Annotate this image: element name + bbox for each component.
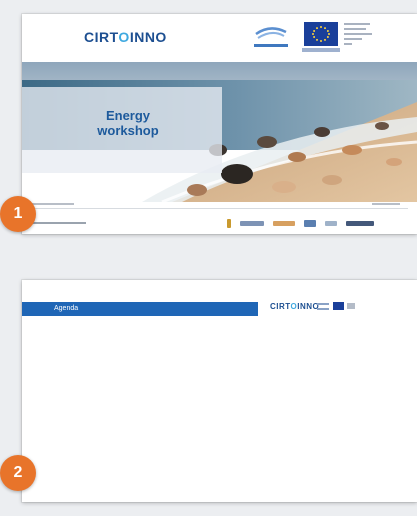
eu-flag-icon (333, 302, 344, 310)
eu-flag-caption (302, 48, 340, 52)
footer-divider (28, 208, 408, 209)
eu-funding-text (344, 23, 374, 48)
cirtoinno-logo: CIRTOINNO (84, 29, 167, 45)
eu-funding-text (347, 303, 355, 309)
cirtoinno-logo: CIRTOINNO (270, 302, 320, 311)
slide-thumbnail-1[interactable]: CIRTOINNO Energy workshop (22, 14, 417, 234)
slide-sorter: CIRTOINNO Energy workshop Agenda CIRTOIN… (0, 0, 417, 516)
slide-header: CIRTOINNO (22, 14, 417, 62)
interreg-logo-icon (317, 303, 329, 310)
slide-number-badge: 1 (0, 196, 36, 232)
partner-logos (227, 218, 374, 228)
interreg-logo-icon (254, 27, 288, 47)
slide-number-badge: 2 (0, 455, 36, 491)
slide-footer (22, 202, 417, 234)
eu-flag-icon (304, 22, 338, 46)
slide-thumbnail-2[interactable]: Agenda CIRTOINNO (22, 280, 417, 502)
slide-title: Energy workshop (97, 108, 159, 138)
footer-credit (30, 222, 86, 224)
footer-text-left (30, 203, 74, 205)
agenda-label: Agenda (54, 305, 79, 312)
footer-text-right (372, 203, 400, 205)
